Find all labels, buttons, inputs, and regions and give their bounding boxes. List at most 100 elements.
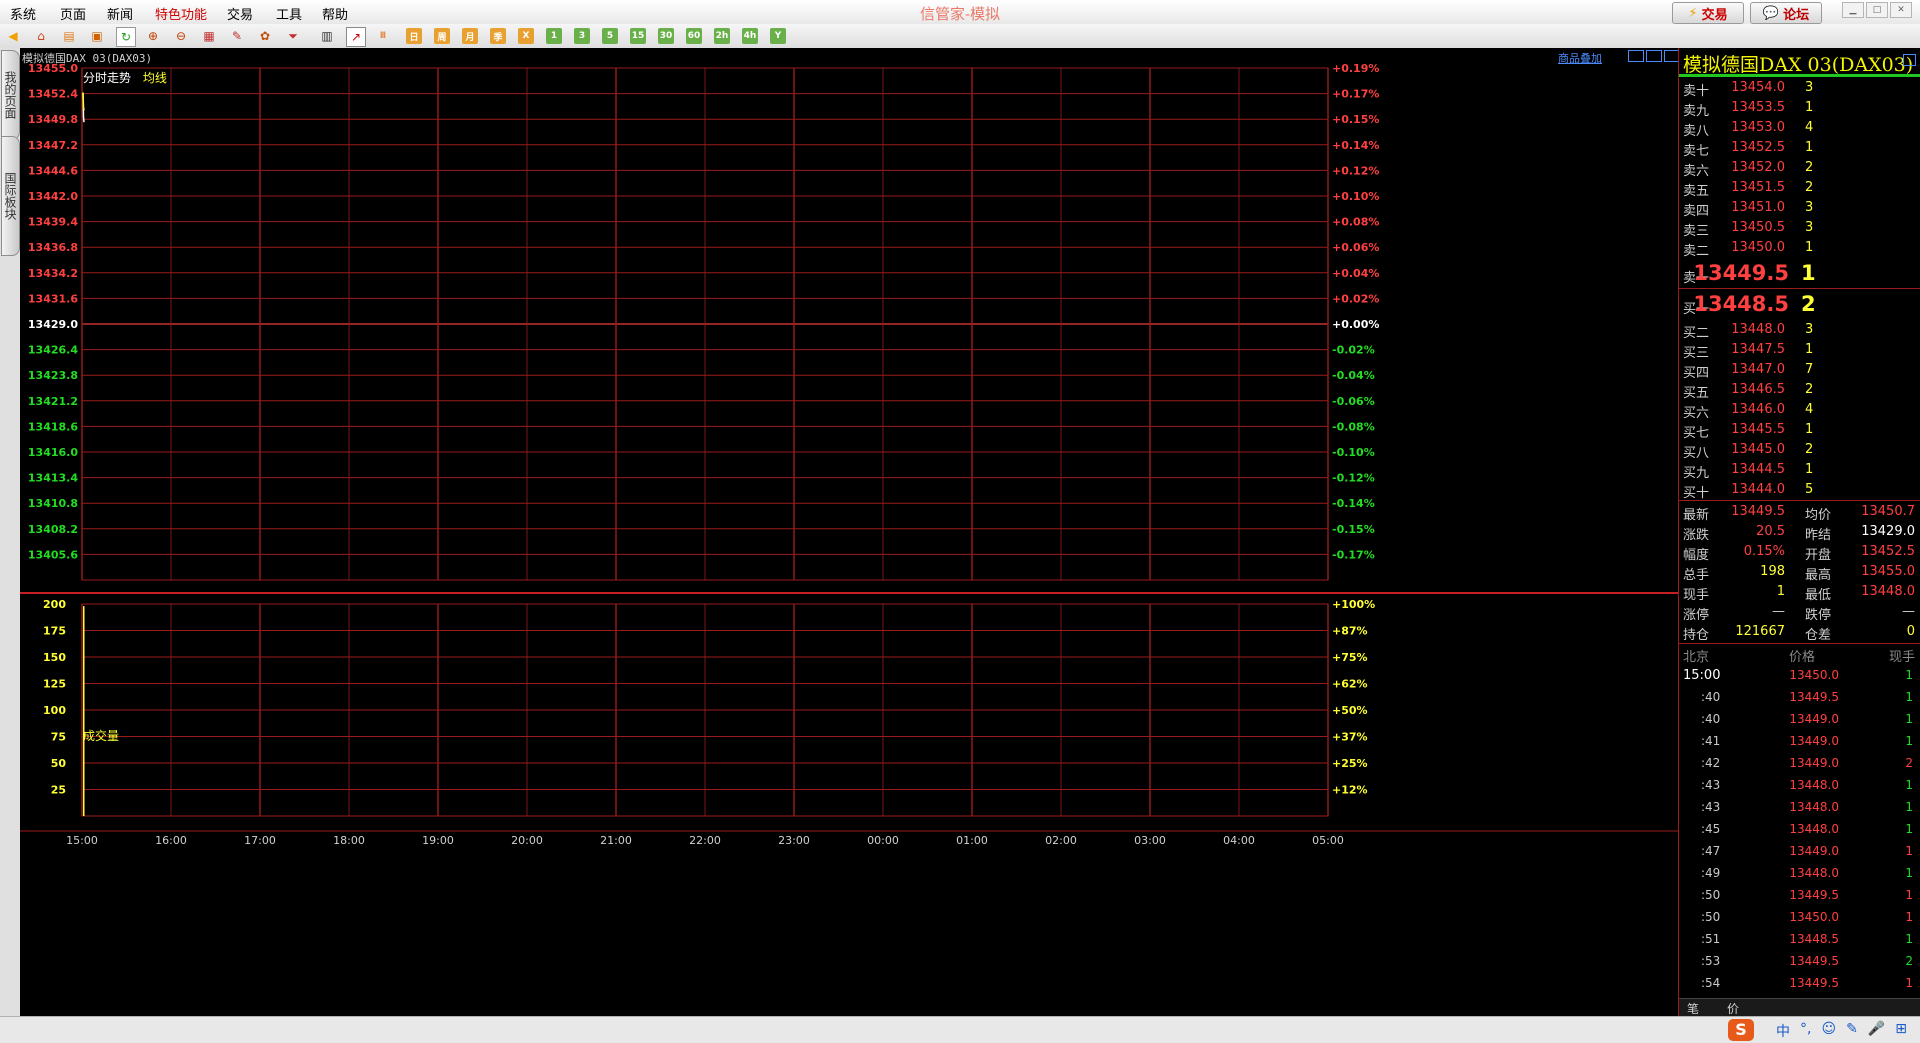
period-3[interactable]: 3: [574, 28, 590, 44]
overlay-product-link[interactable]: 商品叠加: [1558, 50, 1602, 66]
trade-button[interactable]: ⚡ 交易: [1672, 2, 1744, 24]
tick-row[interactable]: :42 13449.0 2: [1679, 753, 1920, 775]
tick-row[interactable]: :50 13450.0 1: [1679, 907, 1920, 929]
tick-row[interactable]: :53 13449.5 2: [1679, 951, 1920, 973]
price-tick-label: 13429.0: [28, 318, 78, 331]
quote-panel-toggle-icon[interactable]: [1903, 54, 1916, 66]
menu-page[interactable]: 页面: [60, 4, 86, 23]
close-button[interactable]: ✕: [1890, 2, 1912, 18]
minimize-button[interactable]: ▁: [1842, 2, 1864, 18]
menu-trade[interactable]: 交易: [227, 4, 253, 23]
handwrite-icon[interactable]: ✎: [1846, 1021, 1858, 1041]
tick-row[interactable]: :43 13448.0 1: [1679, 797, 1920, 819]
period-30[interactable]: 30: [658, 28, 674, 44]
table-icon[interactable]: ▥: [318, 27, 336, 45]
pct-tick-label: -0.14%: [1332, 497, 1375, 510]
tick-row[interactable]: :49 13448.0 1: [1679, 863, 1920, 885]
tab-my-page[interactable]: 我的页面: [1, 50, 20, 140]
period-y[interactable]: Y: [770, 28, 786, 44]
voice-icon[interactable]: 🎤: [1868, 1021, 1885, 1041]
ime-logo-icon[interactable]: S: [1728, 1019, 1754, 1041]
filter-icon[interactable]: ⏷: [284, 27, 302, 45]
menu-news[interactable]: 新闻: [107, 4, 133, 23]
ask-row[interactable]: 卖四 13451.0 3: [1679, 198, 1920, 219]
back-arrow-icon[interactable]: ◀: [4, 27, 22, 45]
ask-row[interactable]: 卖七 13452.5 1: [1679, 138, 1920, 159]
chart-split-icon[interactable]: [1646, 50, 1662, 62]
period-2h[interactable]: 2h: [714, 28, 730, 44]
tab-international-sector[interactable]: 国际板块: [1, 136, 20, 256]
period-1[interactable]: 1: [546, 28, 562, 44]
kline-icon[interactable]: Ⅲ: [374, 27, 392, 45]
tick-row[interactable]: :47 13449.0 1: [1679, 841, 1920, 863]
period-day[interactable]: 日: [406, 28, 422, 44]
ask-row[interactable]: 卖六 13452.0 2: [1679, 158, 1920, 179]
period-60[interactable]: 60: [686, 28, 702, 44]
menu-features[interactable]: 特色功能: [155, 4, 207, 23]
ask-row[interactable]: 卖五 13451.5 2: [1679, 178, 1920, 199]
tick-row[interactable]: :40 13449.5 1: [1679, 687, 1920, 709]
zoom-in-icon[interactable]: ⊕: [144, 27, 162, 45]
paint-icon[interactable]: ✿: [256, 27, 274, 45]
forum-button[interactable]: 💬 论坛: [1750, 2, 1822, 24]
period-15[interactable]: 15: [630, 28, 646, 44]
timeshare-chart[interactable]: 13455.0 +0.19%13452.4 +0.17%13449.8 +0.15%1…: [20, 48, 1678, 1016]
bid-row[interactable]: 买八 13445.0 2: [1679, 440, 1920, 461]
bid-row[interactable]: 买三 13447.5 1: [1679, 340, 1920, 361]
folder-icon[interactable]: ▤: [60, 27, 78, 45]
ask-row[interactable]: 卖八 13453.0 4: [1679, 118, 1920, 139]
menu-help[interactable]: 帮助: [322, 4, 348, 23]
tick-row[interactable]: :41 13449.0 1: [1679, 731, 1920, 753]
news-icon[interactable]: ▣: [88, 27, 106, 45]
tick-row[interactable]: 15:00 13450.0 1: [1679, 665, 1920, 687]
timeshare-chart-icon[interactable]: ↗: [346, 27, 366, 47]
bid-row[interactable]: 买六 13446.0 4: [1679, 400, 1920, 421]
period-season[interactable]: 季: [490, 28, 506, 44]
bid-row[interactable]: 买九 13444.5 1: [1679, 460, 1920, 481]
pen-icon[interactable]: ✎: [228, 27, 246, 45]
tick-row[interactable]: :51 13448.5 1: [1679, 929, 1920, 951]
ask-row[interactable]: 卖三 13450.5 3: [1679, 218, 1920, 239]
ask-row[interactable]: 卖二 13450.0 1: [1679, 238, 1920, 259]
bid-1-row[interactable]: 买一 13448.5 2: [1679, 292, 1920, 318]
bid-row[interactable]: 买四 13447.0 7: [1679, 360, 1920, 381]
refresh-icon[interactable]: ↻: [116, 27, 136, 47]
period-x[interactable]: X: [518, 28, 534, 44]
maximize-button[interactable]: □: [1866, 2, 1888, 18]
tick-row[interactable]: :43 13448.0 1: [1679, 775, 1920, 797]
quote-stat-row: 持仓 121667 仓差 0: [1679, 622, 1920, 643]
period-5[interactable]: 5: [602, 28, 618, 44]
tick-row[interactable]: :50 13449.5 1: [1679, 885, 1920, 907]
order-price: 13445.0: [1731, 442, 1785, 457]
home-icon[interactable]: ⌂: [32, 27, 50, 45]
period-week[interactable]: 周: [434, 28, 450, 44]
tick-row[interactable]: :54 13449.5 1: [1679, 973, 1920, 995]
bid-row[interactable]: 买七 13445.5 1: [1679, 420, 1920, 441]
ime-punct-icon[interactable]: °,: [1800, 1021, 1811, 1041]
period-4h[interactable]: 4h: [742, 28, 758, 44]
bid-row[interactable]: 买十 13444.0 5: [1679, 480, 1920, 501]
menu-tools[interactable]: 工具: [276, 4, 302, 23]
menu-system[interactable]: 系统: [10, 4, 36, 23]
ask-row[interactable]: 卖九 13453.5 1: [1679, 98, 1920, 119]
ask-1-row[interactable]: 卖一 13449.5 1: [1679, 261, 1920, 287]
ime-chinese-icon[interactable]: 中: [1776, 1021, 1790, 1041]
ask-row[interactable]: 卖十 13454.0 3: [1679, 78, 1920, 99]
bid-row[interactable]: 买五 13446.5 2: [1679, 380, 1920, 401]
tick-price: 13449.5: [1789, 690, 1839, 704]
tick-row[interactable]: :40 13449.0 1: [1679, 709, 1920, 731]
tick-row[interactable]: :45 13448.0 1: [1679, 819, 1920, 841]
period-month[interactable]: 月: [462, 28, 478, 44]
bid-row[interactable]: 买二 13448.0 3: [1679, 320, 1920, 341]
window-icon[interactable]: ▦: [200, 27, 218, 45]
emoji-icon[interactable]: ☺: [1821, 1021, 1836, 1041]
zoom-out-icon[interactable]: ⊖: [172, 27, 190, 45]
tick-volume: 1: [1905, 888, 1913, 902]
chart-layout-icon[interactable]: [1628, 50, 1644, 62]
tab-per-price[interactable]: 价: [1727, 1000, 1739, 1017]
tick-volume: 1: [1905, 734, 1913, 748]
tab-per-trade[interactable]: 笔: [1687, 1000, 1699, 1017]
order-price: 13452.0: [1731, 160, 1785, 175]
toolbox-icon[interactable]: ⊞: [1895, 1021, 1907, 1041]
chart-panel[interactable]: 13455.0 +0.19% 13452.4 +0.17% 13449.8 +0.15% 1…: [20, 48, 1680, 1016]
